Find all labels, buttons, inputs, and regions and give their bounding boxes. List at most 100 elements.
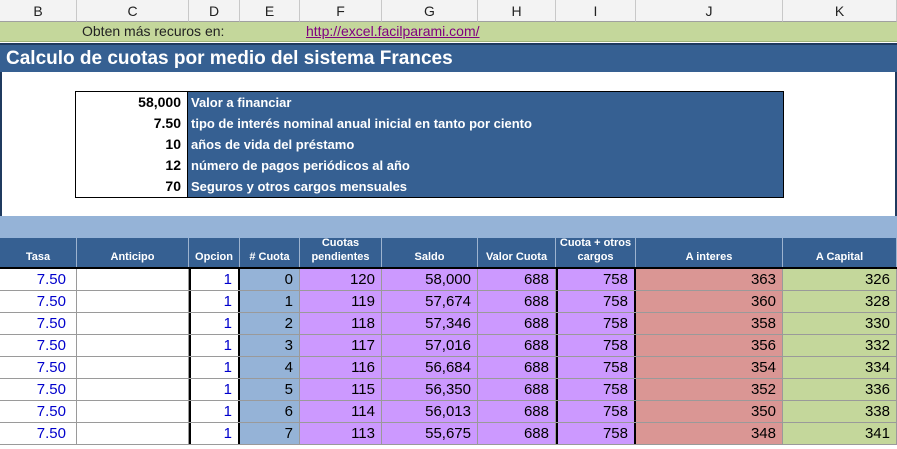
cell-interes[interactable]: 350 bbox=[636, 401, 783, 422]
cell-tasa[interactable]: 7.50 bbox=[0, 357, 77, 378]
cell-pendientes[interactable]: 116 bbox=[300, 357, 382, 378]
cell-saldo[interactable]: 56,684 bbox=[382, 357, 478, 378]
cell-anticipo[interactable] bbox=[77, 313, 189, 334]
header-tasa[interactable]: Tasa bbox=[0, 238, 77, 267]
cell-opcion[interactable]: 1 bbox=[189, 379, 240, 400]
cell-valor-cuota[interactable]: 688 bbox=[478, 335, 556, 356]
cell-anticipo[interactable] bbox=[77, 401, 189, 422]
column-header-c[interactable]: C bbox=[77, 0, 189, 22]
header-saldo[interactable]: Saldo bbox=[382, 238, 478, 267]
cell-cuota[interactable]: 2 bbox=[240, 313, 300, 334]
cell-cuota[interactable]: 6 bbox=[240, 401, 300, 422]
column-header-e[interactable]: E bbox=[240, 0, 300, 22]
website-link[interactable]: http://excel.facilparami.com/ bbox=[306, 23, 480, 39]
cell-cuota[interactable]: 7 bbox=[240, 423, 300, 444]
cell-tasa[interactable]: 7.50 bbox=[0, 423, 77, 444]
header-anticipo[interactable]: Anticipo bbox=[77, 238, 189, 267]
cell-cuota-otros[interactable]: 758 bbox=[556, 335, 636, 356]
cell-capital[interactable]: 330 bbox=[783, 313, 897, 334]
cell-cuota[interactable]: 0 bbox=[240, 269, 300, 290]
cell-valor-cuota[interactable]: 688 bbox=[478, 269, 556, 290]
cell-cuota[interactable]: 5 bbox=[240, 379, 300, 400]
header-valor-cuota[interactable]: Valor Cuota bbox=[478, 238, 556, 267]
cell-interes[interactable]: 348 bbox=[636, 423, 783, 444]
cell-cuota-otros[interactable]: 758 bbox=[556, 379, 636, 400]
cell-capital[interactable]: 326 bbox=[783, 269, 897, 290]
cell-opcion[interactable]: 1 bbox=[189, 335, 240, 356]
cell-saldo[interactable]: 57,016 bbox=[382, 335, 478, 356]
cell-cuota-otros[interactable]: 758 bbox=[556, 401, 636, 422]
cell-valor-cuota[interactable]: 688 bbox=[478, 357, 556, 378]
cell-capital[interactable]: 336 bbox=[783, 379, 897, 400]
cell-anticipo[interactable] bbox=[77, 423, 189, 444]
cell-interes[interactable]: 356 bbox=[636, 335, 783, 356]
column-header-d[interactable]: D bbox=[189, 0, 240, 22]
cell-tasa[interactable]: 7.50 bbox=[0, 401, 77, 422]
cell-interes[interactable]: 358 bbox=[636, 313, 783, 334]
cell-pendientes[interactable]: 113 bbox=[300, 423, 382, 444]
param-value-pagos[interactable]: 12 bbox=[76, 155, 188, 176]
column-header-k[interactable]: K bbox=[783, 0, 897, 22]
cell-opcion[interactable]: 1 bbox=[189, 423, 240, 444]
cell-anticipo[interactable] bbox=[77, 291, 189, 312]
column-header-b[interactable]: B bbox=[0, 0, 77, 22]
cell-valor-cuota[interactable]: 688 bbox=[478, 423, 556, 444]
cell-interes[interactable]: 360 bbox=[636, 291, 783, 312]
cell-saldo[interactable]: 56,013 bbox=[382, 401, 478, 422]
param-value-interes[interactable]: 7.50 bbox=[76, 113, 188, 134]
cell-valor-cuota[interactable]: 688 bbox=[478, 401, 556, 422]
header-opcion[interactable]: Opcion bbox=[189, 238, 240, 267]
cell-pendientes[interactable]: 118 bbox=[300, 313, 382, 334]
cell-opcion[interactable]: 1 bbox=[189, 291, 240, 312]
cell-capital[interactable]: 328 bbox=[783, 291, 897, 312]
cell-cuota-otros[interactable]: 758 bbox=[556, 423, 636, 444]
cell-cuota[interactable]: 1 bbox=[240, 291, 300, 312]
header-a-interes[interactable]: A interes bbox=[636, 238, 783, 267]
cell-tasa[interactable]: 7.50 bbox=[0, 379, 77, 400]
cell-opcion[interactable]: 1 bbox=[189, 269, 240, 290]
header-cuota[interactable]: # Cuota bbox=[240, 238, 300, 267]
cell-opcion[interactable]: 1 bbox=[189, 357, 240, 378]
cell-cuota[interactable]: 4 bbox=[240, 357, 300, 378]
cell-capital[interactable]: 338 bbox=[783, 401, 897, 422]
cell-tasa[interactable]: 7.50 bbox=[0, 313, 77, 334]
param-value-financiar[interactable]: 58,000 bbox=[76, 92, 188, 113]
cell-saldo[interactable]: 58,000 bbox=[382, 269, 478, 290]
cell-cuota[interactable]: 3 bbox=[240, 335, 300, 356]
cell-cuota-otros[interactable]: 758 bbox=[556, 269, 636, 290]
cell-anticipo[interactable] bbox=[77, 269, 189, 290]
cell-capital[interactable]: 334 bbox=[783, 357, 897, 378]
cell-valor-cuota[interactable]: 688 bbox=[478, 379, 556, 400]
cell-anticipo[interactable] bbox=[77, 379, 189, 400]
column-header-i[interactable]: I bbox=[556, 0, 636, 22]
cell-cuota-otros[interactable]: 758 bbox=[556, 291, 636, 312]
cell-interes[interactable]: 354 bbox=[636, 357, 783, 378]
cell-saldo[interactable]: 57,674 bbox=[382, 291, 478, 312]
cell-cuota-otros[interactable]: 758 bbox=[556, 313, 636, 334]
cell-interes[interactable]: 363 bbox=[636, 269, 783, 290]
header-cuota-otros[interactable]: Cuota + otros cargos bbox=[556, 237, 636, 267]
column-header-f[interactable]: F bbox=[300, 0, 382, 22]
cell-tasa[interactable]: 7.50 bbox=[0, 291, 77, 312]
cell-saldo[interactable]: 57,346 bbox=[382, 313, 478, 334]
cell-saldo[interactable]: 55,675 bbox=[382, 423, 478, 444]
cell-pendientes[interactable]: 117 bbox=[300, 335, 382, 356]
column-header-h[interactable]: H bbox=[478, 0, 556, 22]
cell-capital[interactable]: 341 bbox=[783, 423, 897, 444]
cell-pendientes[interactable]: 114 bbox=[300, 401, 382, 422]
param-value-seguros[interactable]: 70 bbox=[76, 176, 188, 197]
cell-interes[interactable]: 352 bbox=[636, 379, 783, 400]
cell-pendientes[interactable]: 120 bbox=[300, 269, 382, 290]
cell-pendientes[interactable]: 115 bbox=[300, 379, 382, 400]
cell-valor-cuota[interactable]: 688 bbox=[478, 313, 556, 334]
column-header-j[interactable]: J bbox=[636, 0, 783, 22]
cell-pendientes[interactable]: 119 bbox=[300, 291, 382, 312]
cell-valor-cuota[interactable]: 688 bbox=[478, 291, 556, 312]
cell-opcion[interactable]: 1 bbox=[189, 313, 240, 334]
cell-tasa[interactable]: 7.50 bbox=[0, 269, 77, 290]
param-value-anos[interactable]: 10 bbox=[76, 134, 188, 155]
header-cuotas-pendientes[interactable]: Cuotas pendientes bbox=[300, 237, 382, 267]
cell-tasa[interactable]: 7.50 bbox=[0, 335, 77, 356]
cell-anticipo[interactable] bbox=[77, 357, 189, 378]
header-a-capital[interactable]: A Capital bbox=[783, 238, 897, 267]
